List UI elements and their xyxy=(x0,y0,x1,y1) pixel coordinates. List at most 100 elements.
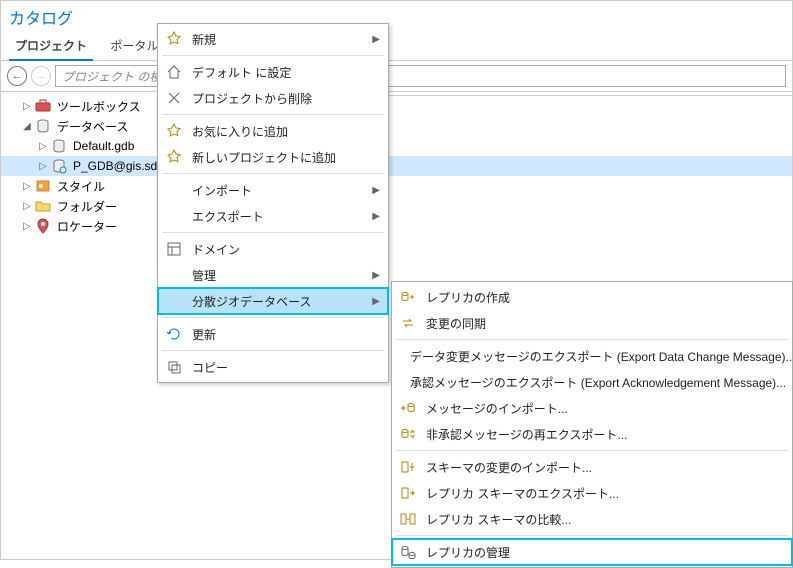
remove-icon xyxy=(166,90,182,106)
sync-icon xyxy=(400,315,416,331)
tree-label: ロケーター xyxy=(53,218,121,235)
catalog-tree: ▷ ツールボックス ◢ データベース ▷ Default.gdb ▷ P_GDB… xyxy=(1,92,792,240)
menu-separator xyxy=(396,535,788,536)
menu-item-refresh[interactable]: 更新 xyxy=(158,321,388,347)
menu-label: デフォルト に設定 xyxy=(192,64,291,81)
caret-icon[interactable]: ▷ xyxy=(37,161,49,172)
menu-label: レプリカの作成 xyxy=(426,289,510,306)
menu-item-manage-replica[interactable]: レプリカの管理 xyxy=(392,539,792,565)
caret-icon[interactable]: ◢ xyxy=(21,121,33,132)
menu-separator xyxy=(162,232,384,233)
menu-label: インポート xyxy=(192,182,252,199)
tab-strip: プロジェクト ポータル コンピ xyxy=(1,31,792,61)
home-icon xyxy=(166,64,182,80)
tree-node-folders[interactable]: ▷ フォルダー xyxy=(1,196,792,216)
menu-label: 非承認メッセージの再エクスポート... xyxy=(426,426,627,443)
submenu-arrow-icon: ▶ xyxy=(372,34,380,45)
tree-node-locators[interactable]: ▷ ロケーター xyxy=(1,216,792,236)
menu-label: メッセージのインポート... xyxy=(426,400,568,417)
menu-label: プロジェクトから削除 xyxy=(192,90,312,107)
menu-item-create-replica[interactable]: レプリカの作成 xyxy=(392,284,792,310)
menu-item-distributed-gdb[interactable]: 分散ジオデータベース ▶ xyxy=(158,288,388,314)
menu-label: データ変更メッセージのエクスポート (Export Data Change Me… xyxy=(410,348,793,365)
context-menu-database: 新規 ▶ デフォルト に設定 プロジェクトから削除 お気に入りに追加 新しいプロ… xyxy=(157,23,389,383)
menu-separator xyxy=(162,173,384,174)
menu-item-remove[interactable]: プロジェクトから削除 xyxy=(158,85,388,111)
tree-label: データベース xyxy=(53,118,132,135)
caret-icon[interactable]: ▷ xyxy=(21,181,33,192)
menu-label: 承認メッセージのエクスポート (Export Acknowledgement M… xyxy=(410,374,786,391)
caret-icon[interactable]: ▷ xyxy=(21,221,33,232)
menu-label: 分散ジオデータベース xyxy=(192,293,311,310)
tree-node-databases[interactable]: ◢ データベース xyxy=(1,116,792,136)
menu-item-add-new-project[interactable]: 新しいプロジェクトに追加 xyxy=(158,144,388,170)
import-msg-icon xyxy=(400,400,416,416)
style-icon xyxy=(35,178,51,194)
menu-item-export-replica-schema[interactable]: レプリカ スキーマのエクスポート... xyxy=(392,480,792,506)
schema-compare-icon xyxy=(400,511,416,527)
menu-label: 変更の同期 xyxy=(426,315,486,332)
menu-label: レプリカの管理 xyxy=(426,544,510,561)
menu-separator xyxy=(162,317,384,318)
blank-icon xyxy=(166,293,182,309)
tab-project[interactable]: プロジェクト xyxy=(5,33,97,60)
tree-node-default-gdb[interactable]: ▷ Default.gdb xyxy=(1,136,792,156)
menu-label: スキーマの変更のインポート... xyxy=(426,459,592,476)
tree-node-toolboxes[interactable]: ▷ ツールボックス xyxy=(1,96,792,116)
menu-item-import-messages[interactable]: メッセージのインポート... xyxy=(392,395,792,421)
menu-item-export-data-change[interactable]: データ変更メッセージのエクスポート (Export Data Change Me… xyxy=(392,343,792,369)
locator-icon xyxy=(35,218,51,234)
menu-item-sync-changes[interactable]: 変更の同期 xyxy=(392,310,792,336)
menu-label: お気に入りに追加 xyxy=(192,123,288,140)
menu-label: 管理 xyxy=(192,267,216,284)
menu-item-import[interactable]: インポート ▶ xyxy=(158,177,388,203)
caret-icon[interactable]: ▷ xyxy=(37,141,49,152)
tree-label: スタイル xyxy=(53,178,109,195)
tree-label: フォルダー xyxy=(53,198,121,215)
menu-item-reexport-unack[interactable]: 非承認メッセージの再エクスポート... xyxy=(392,421,792,447)
menu-separator xyxy=(396,450,788,451)
menu-item-copy[interactable]: コピー xyxy=(158,354,388,380)
menu-item-domain[interactable]: ドメイン xyxy=(158,236,388,262)
tree-label: ツールボックス xyxy=(53,98,145,115)
database-icon xyxy=(35,118,51,134)
menu-label: ドメイン xyxy=(192,241,240,258)
panel-title: カタログ xyxy=(1,1,792,31)
submenu-arrow-icon: ▶ xyxy=(372,185,380,196)
toolbar: ← → プロジェクト の検索 xyxy=(1,61,792,92)
menu-item-new[interactable]: 新規 ▶ xyxy=(158,26,388,52)
copy-icon xyxy=(166,359,182,375)
back-button[interactable]: ← xyxy=(7,66,27,86)
caret-icon[interactable]: ▷ xyxy=(21,101,33,112)
menu-item-compare-replica-schema[interactable]: レプリカ スキーマの比較... xyxy=(392,506,792,532)
schema-import-icon xyxy=(400,459,416,475)
menu-item-add-favorite[interactable]: お気に入りに追加 xyxy=(158,118,388,144)
menu-label: レプリカ スキーマの比較... xyxy=(426,511,571,528)
submenu-arrow-icon: ▶ xyxy=(372,211,380,222)
blank-icon xyxy=(166,267,182,283)
star-icon xyxy=(166,123,182,139)
forward-button: → xyxy=(31,66,51,86)
tree-node-styles[interactable]: ▷ スタイル xyxy=(1,176,792,196)
new-icon xyxy=(166,31,182,47)
menu-item-export[interactable]: エクスポート ▶ xyxy=(158,203,388,229)
menu-item-set-default[interactable]: デフォルト に設定 xyxy=(158,59,388,85)
caret-icon[interactable]: ▷ xyxy=(21,201,33,212)
manage-replica-icon xyxy=(400,544,416,560)
menu-item-import-schema[interactable]: スキーマの変更のインポート... xyxy=(392,454,792,480)
menu-item-export-ack[interactable]: 承認メッセージのエクスポート (Export Acknowledgement M… xyxy=(392,369,792,395)
gdb-icon xyxy=(51,138,67,154)
menu-label: レプリカ スキーマのエクスポート... xyxy=(426,485,619,502)
tree-node-sde[interactable]: ▷ P_GDB@gis.sde xyxy=(1,156,792,176)
replica-create-icon xyxy=(400,289,416,305)
menu-label: コピー xyxy=(192,359,228,376)
submenu-distributed-gdb: レプリカの作成 変更の同期 データ変更メッセージのエクスポート (Export … xyxy=(391,281,793,568)
tree-label: P_GDB@gis.sde xyxy=(69,159,168,173)
submenu-arrow-icon: ▶ xyxy=(372,270,380,281)
refresh-icon xyxy=(166,326,182,342)
submenu-arrow-icon: ▶ xyxy=(372,296,380,307)
toolbox-icon xyxy=(35,98,51,114)
domain-icon xyxy=(166,241,182,257)
blank-icon xyxy=(166,208,182,224)
menu-item-manage[interactable]: 管理 ▶ xyxy=(158,262,388,288)
